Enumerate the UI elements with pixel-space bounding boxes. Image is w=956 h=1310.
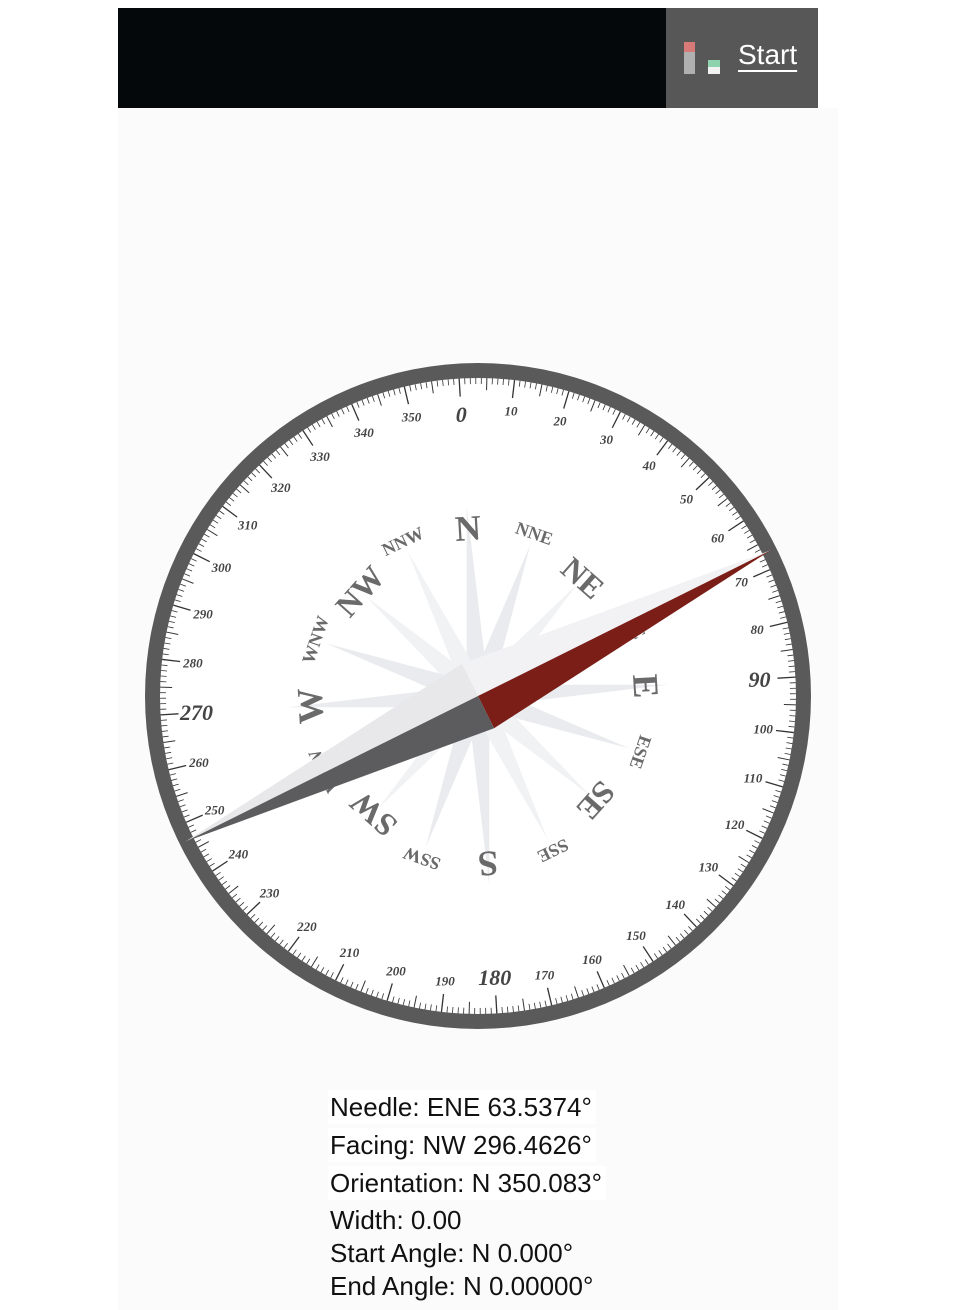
orientation-readout: Orientation: N 350.083° bbox=[328, 1166, 607, 1200]
degree-label: 150 bbox=[626, 928, 646, 943]
needle-readout: Needle: ENE 63.5374° bbox=[328, 1090, 596, 1124]
degree-label: 270 bbox=[179, 700, 213, 725]
top-bar: Start bbox=[118, 8, 818, 108]
degree-label: 70 bbox=[735, 575, 749, 590]
degree-label: 260 bbox=[188, 755, 209, 770]
degree-label: 80 bbox=[751, 622, 765, 637]
degree-label: 30 bbox=[599, 432, 614, 447]
indicator-gray-segment bbox=[684, 52, 695, 74]
degree-label: 170 bbox=[535, 968, 555, 983]
degree-label: 60 bbox=[711, 531, 725, 546]
direction-label: N bbox=[454, 508, 482, 549]
degree-label: 250 bbox=[204, 802, 225, 817]
start-button[interactable]: Start bbox=[738, 39, 797, 71]
degree-label: 90 bbox=[749, 667, 771, 692]
compass-dial[interactable]: 0 10 20 30 40 50 60 70 80 90 100 110 120 130 140 150 160… bbox=[118, 108, 838, 1068]
degree-label: 280 bbox=[182, 656, 203, 671]
degree-label: 230 bbox=[259, 886, 280, 901]
degree-label: 0 bbox=[456, 402, 467, 427]
indicator-white-segment bbox=[708, 67, 720, 74]
indicator-green-segment bbox=[708, 60, 720, 67]
degree-tick bbox=[506, 1006, 509, 1013]
degree-tick bbox=[447, 379, 450, 386]
end-angle-readout: End Angle: N 0.00000° bbox=[330, 1271, 594, 1301]
degree-label: 320 bbox=[270, 480, 291, 495]
level-meter-icon bbox=[684, 42, 720, 74]
degree-label: 190 bbox=[435, 974, 455, 989]
direction-label: W bbox=[289, 687, 331, 725]
degree-label: 130 bbox=[699, 860, 719, 875]
degree-tick bbox=[788, 665, 795, 668]
degree-label: 20 bbox=[552, 413, 567, 428]
degree-label: 330 bbox=[309, 449, 330, 464]
degree-label: 300 bbox=[211, 560, 232, 575]
degree-label: 240 bbox=[228, 846, 249, 861]
degree-label: 140 bbox=[665, 897, 685, 912]
degree-label: 110 bbox=[744, 770, 763, 785]
start-angle-readout: Start Angle: N 0.000° bbox=[330, 1238, 574, 1268]
degree-label: 160 bbox=[582, 952, 602, 967]
facing-readout: Facing: NW 296.4626° bbox=[328, 1128, 596, 1162]
degree-label: 310 bbox=[237, 517, 258, 532]
degree-label: 210 bbox=[339, 945, 360, 960]
app-root: Start 0 10 20 30 40 50 60 70 80 90 100 110 120 130 140… bbox=[0, 0, 956, 1310]
degree-label: 50 bbox=[680, 491, 694, 506]
degree-label: 100 bbox=[753, 721, 773, 736]
degree-label: 200 bbox=[385, 964, 406, 979]
width-readout: Width: 0.00 bbox=[330, 1205, 462, 1235]
degree-label: 350 bbox=[401, 409, 422, 424]
readout-panel: Needle: ENE 63.5374° Facing: NW 296.4626… bbox=[328, 1090, 607, 1303]
degree-label: 120 bbox=[725, 817, 745, 832]
degree-label: 40 bbox=[642, 458, 657, 473]
start-panel: Start bbox=[666, 8, 818, 108]
compass-view: 0 10 20 30 40 50 60 70 80 90 100 110 120 130 140 150 160… bbox=[118, 108, 838, 1310]
degree-tick bbox=[161, 724, 168, 727]
degree-label: 180 bbox=[478, 965, 511, 990]
degree-label: 10 bbox=[504, 403, 517, 418]
indicator-red-segment bbox=[684, 42, 695, 52]
direction-label: E bbox=[625, 673, 666, 699]
direction-label: S bbox=[477, 843, 499, 884]
degree-label: 220 bbox=[296, 919, 317, 934]
degree-label: 290 bbox=[192, 607, 213, 622]
degree-label: 340 bbox=[353, 425, 374, 440]
